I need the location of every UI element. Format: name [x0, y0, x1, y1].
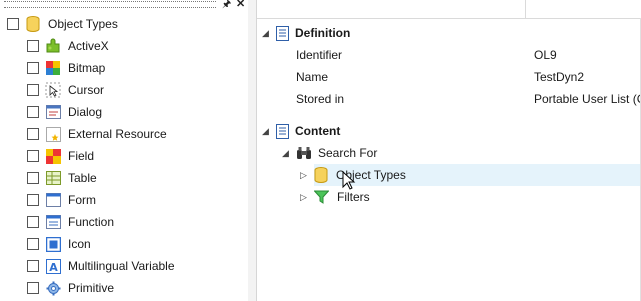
collapse-arrow-icon[interactable]: ◢ [262, 126, 274, 137]
tree-item-label: Bitmap [68, 61, 106, 75]
tree-item-label: Field [68, 149, 95, 163]
close-icon[interactable]: ✕ [236, 0, 245, 10]
tree-item-label: Primitive [68, 281, 115, 295]
column-header [257, 0, 641, 19]
pin-icon[interactable]: 🖈 [222, 0, 231, 14]
bitmap-icon [45, 60, 61, 76]
tree-item-label: External Resource [68, 127, 167, 141]
column-divider[interactable] [525, 0, 526, 18]
binoculars-icon [297, 147, 311, 159]
object-types-panel: 🖈 ✕ Object Types ActiveX Bitmap Cursor D… [0, 0, 249, 301]
gear-icon [45, 280, 61, 296]
tree-node-label: Filters [337, 190, 370, 204]
tree-item-label: Form [68, 193, 96, 207]
tree-item-checkbox[interactable] [27, 238, 39, 250]
external-resource-icon [45, 126, 61, 142]
tree-item-primitive[interactable]: Primitive [27, 277, 114, 299]
tree-item-table[interactable]: Table [27, 167, 97, 189]
property-name: Identifier [296, 48, 343, 62]
property-value[interactable]: Portable User List (C [534, 92, 641, 106]
tree-item-checkbox[interactable] [27, 194, 39, 206]
funnel-icon [314, 190, 329, 204]
tree-item-label: Table [68, 171, 97, 185]
section-title: Content [295, 124, 341, 138]
tree-node-filters[interactable]: ▷ Filters [300, 186, 370, 208]
tree-item-checkbox[interactable] [27, 172, 39, 184]
tree-node-label: Search For [318, 146, 378, 160]
tree-item-checkbox[interactable] [27, 150, 39, 162]
tree-item-label: ActiveX [68, 39, 109, 53]
tree-item-field[interactable]: Field [27, 145, 94, 167]
tree-item-checkbox[interactable] [27, 84, 39, 96]
dialog-icon [45, 104, 61, 120]
property-name: Stored in [296, 92, 345, 106]
properties-panel: ◢ Definition Identifier OL9 Name TestDyn… [257, 0, 641, 301]
tree-item-label: Multilingual Variable [68, 259, 175, 273]
tree-item-dialog[interactable]: Dialog [27, 101, 102, 123]
tree-item-label: Cursor [68, 83, 105, 97]
expand-arrow-icon[interactable]: ▷ [300, 192, 312, 203]
tree-item-multilingual-variable[interactable]: A Multilingual Variable [27, 255, 175, 277]
icon-icon [45, 236, 61, 252]
tree-item-form[interactable]: Form [27, 189, 96, 211]
section-definition[interactable]: ◢ Definition [262, 23, 350, 43]
tree-item-checkbox[interactable] [27, 62, 39, 74]
property-name: Name [296, 70, 329, 84]
tree-item-label: Icon [68, 237, 91, 251]
collapse-arrow-icon[interactable]: ◢ [262, 28, 274, 39]
property-value[interactable]: TestDyn2 [534, 70, 584, 84]
root-checkbox[interactable] [7, 18, 19, 30]
tree-node-search-for[interactable]: ◢ Search For [282, 142, 377, 164]
multilingual-variable-icon: A [45, 258, 61, 274]
section-title: Definition [295, 26, 351, 40]
function-icon [45, 214, 61, 230]
object-types-cylinder-icon [25, 16, 41, 32]
svg-text:A: A [49, 261, 58, 274]
field-icon [45, 148, 61, 164]
tree-item-external-resource[interactable]: External Resource [27, 123, 167, 145]
cursor-icon [45, 82, 61, 98]
puzzle-icon [45, 38, 61, 54]
tree-item-function[interactable]: Function [27, 211, 114, 233]
tree-item-icon[interactable]: Icon [27, 233, 91, 255]
tree-root-object-types[interactable]: Object Types [7, 13, 118, 35]
tree-item-checkbox[interactable] [27, 216, 39, 228]
form-icon [45, 192, 61, 208]
section-content[interactable]: ◢ Content [262, 121, 340, 141]
tree-item-label: Dialog [68, 105, 103, 119]
tree-item-checkbox[interactable] [27, 40, 39, 52]
panel-titlebar: 🖈 ✕ [0, 0, 248, 10]
tree-item-activex[interactable]: ActiveX [27, 35, 109, 57]
object-types-cylinder-icon [314, 167, 328, 183]
document-icon [276, 25, 289, 41]
tree-item-checkbox[interactable] [27, 128, 39, 140]
panel-splitter[interactable] [248, 0, 257, 301]
panel-grip[interactable] [4, 1, 216, 8]
document-icon [276, 123, 289, 139]
tree-item-cursor[interactable]: Cursor [27, 79, 104, 101]
table-icon [45, 170, 61, 186]
tree-item-label: Function [68, 215, 115, 229]
property-value[interactable]: OL9 [534, 48, 557, 62]
tree-item-bitmap[interactable]: Bitmap [27, 57, 105, 79]
tree-item-checkbox[interactable] [27, 260, 39, 272]
tree-root-label: Object Types [48, 17, 118, 31]
expand-arrow-icon[interactable]: ▷ [300, 170, 312, 181]
collapse-arrow-icon[interactable]: ◢ [282, 148, 294, 159]
tree-item-checkbox[interactable] [27, 106, 39, 118]
tree-item-checkbox[interactable] [27, 282, 39, 294]
